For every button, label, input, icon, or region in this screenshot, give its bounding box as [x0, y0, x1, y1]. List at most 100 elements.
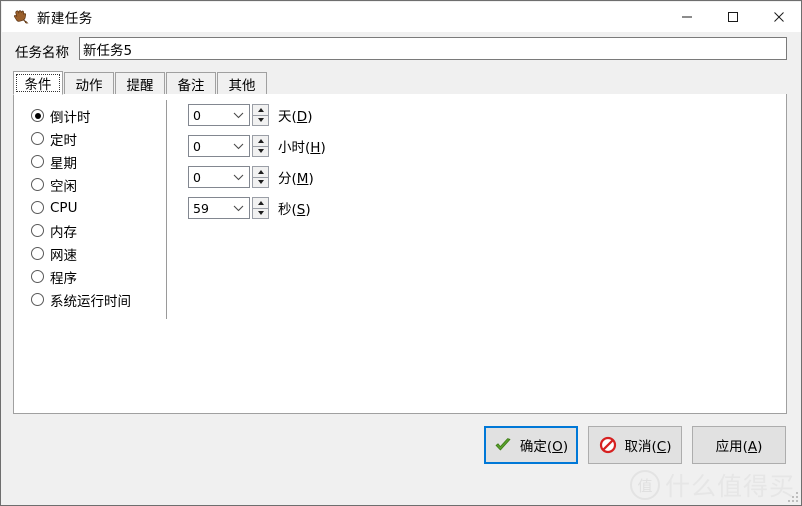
radio-mark-icon	[31, 132, 44, 145]
task-name-row: 任务名称	[1, 37, 801, 63]
countdown-seconds-row: 59 秒(S)	[188, 197, 326, 219]
days-spinner	[252, 104, 269, 126]
minutes-spin-down-button[interactable]	[252, 177, 269, 188]
triangle-down-icon	[257, 211, 264, 216]
radio-label: 程序	[50, 270, 77, 287]
resize-grip[interactable]	[786, 490, 798, 502]
radio-label: 系统运行时间	[50, 293, 131, 310]
watermark: 值 什么值得买	[629, 467, 795, 503]
watermark-logo-icon: 值	[629, 470, 660, 500]
apply-button-label: 应用(A)	[715, 439, 763, 455]
chevron-down-icon	[233, 143, 244, 150]
radio-countdown[interactable]: 倒计时	[31, 104, 131, 127]
radio-mark-icon	[31, 247, 44, 260]
minutes-combo[interactable]: 0	[188, 166, 250, 188]
radio-cpu[interactable]: CPU	[31, 196, 131, 219]
radio-scheduled[interactable]: 定时	[31, 127, 131, 150]
countdown-fields: 0 天(D) 0 小时(H) 0 分(M) 59 秒(S)	[188, 104, 326, 228]
maximize-button[interactable]	[710, 2, 756, 32]
radio-label: 空闲	[50, 178, 77, 195]
radio-label: 星期	[50, 155, 77, 172]
tab-reminder[interactable]: 提醒	[115, 72, 165, 94]
green-check-icon	[494, 436, 512, 454]
days-unit-label: 天(D)	[278, 109, 313, 125]
countdown-hours-row: 0 小时(H)	[188, 135, 326, 157]
tab-label: 其他	[228, 77, 256, 94]
unit-mnemonic: D	[296, 109, 308, 125]
seconds-spinner	[252, 197, 269, 219]
minutes-spinner	[252, 166, 269, 188]
radio-network-speed[interactable]: 网速	[31, 242, 131, 265]
chevron-down-icon	[233, 174, 244, 181]
seconds-value: 59	[193, 200, 209, 216]
triangle-up-icon	[257, 138, 264, 143]
hours-unit-label: 小时(H)	[278, 140, 326, 156]
triangle-down-icon	[257, 180, 264, 185]
seconds-spin-up-button[interactable]	[252, 197, 269, 209]
days-spin-up-button[interactable]	[252, 104, 269, 116]
radio-memory[interactable]: 内存	[31, 219, 131, 242]
radio-mark-icon	[31, 201, 44, 214]
radio-mark-icon	[31, 155, 44, 168]
triangle-down-icon	[257, 118, 264, 123]
triangle-up-icon	[257, 169, 264, 174]
radio-mark-icon	[31, 109, 44, 122]
radio-program[interactable]: 程序	[31, 265, 131, 288]
radio-label: 内存	[50, 224, 77, 241]
maximize-icon	[728, 12, 738, 22]
tab-label: 备注	[177, 77, 205, 94]
radio-label: 定时	[50, 132, 77, 149]
chevron-down-icon	[233, 112, 244, 119]
unit-text: 小时	[278, 140, 305, 156]
close-icon	[774, 12, 784, 22]
task-name-input[interactable]	[79, 37, 787, 60]
unit-text: 秒	[278, 202, 292, 218]
seconds-combo[interactable]: 59	[188, 197, 250, 219]
tab-label: 条件	[24, 77, 52, 93]
countdown-minutes-row: 0 分(M)	[188, 166, 326, 188]
radio-mark-icon	[31, 293, 44, 306]
tab-other[interactable]: 其他	[217, 72, 267, 94]
close-button[interactable]	[756, 2, 801, 32]
tab-notes[interactable]: 备注	[166, 72, 216, 94]
days-combo[interactable]: 0	[188, 104, 250, 126]
hours-spin-up-button[interactable]	[252, 135, 269, 147]
apply-button[interactable]: 应用(A)	[692, 426, 786, 464]
conditions-panel: 倒计时 定时 星期 空闲 CPU 内存 网速 程序 系统运行时间 0 天(D) …	[13, 94, 787, 414]
radio-mark-icon	[31, 224, 44, 237]
ok-button-label: 确定(O)	[519, 439, 569, 455]
hours-spinner	[252, 135, 269, 157]
seconds-unit-label: 秒(S)	[278, 202, 311, 218]
minimize-icon	[682, 16, 692, 18]
radio-label: 倒计时	[50, 109, 91, 126]
hours-spin-down-button[interactable]	[252, 146, 269, 157]
chevron-down-icon	[233, 205, 244, 212]
hand-cursor-icon	[10, 7, 30, 27]
cancel-button-label: 取消(C)	[624, 439, 672, 455]
cancel-button[interactable]: 取消(C)	[588, 426, 682, 464]
hours-combo[interactable]: 0	[188, 135, 250, 157]
radio-idle[interactable]: 空闲	[31, 173, 131, 196]
new-task-dialog: 新建任务 任务名称 新任务5 条件 动作 提醒 备注 其他 倒计时 定时 星期 …	[0, 0, 802, 506]
triangle-up-icon	[257, 107, 264, 112]
radio-weekday[interactable]: 星期	[31, 150, 131, 173]
title-bar: 新建任务	[2, 2, 801, 32]
days-spin-down-button[interactable]	[252, 115, 269, 126]
seconds-spin-down-button[interactable]	[252, 208, 269, 219]
tab-actions[interactable]: 动作	[64, 72, 114, 94]
minutes-unit-label: 分(M)	[278, 171, 314, 187]
radio-system-uptime[interactable]: 系统运行时间	[31, 288, 131, 311]
condition-type-radio-group: 倒计时 定时 星期 空闲 CPU 内存 网速 程序 系统运行时间	[31, 104, 131, 311]
tab-label: 动作	[75, 77, 103, 94]
countdown-days-row: 0 天(D)	[188, 104, 326, 126]
triangle-up-icon	[257, 200, 264, 205]
minimize-button[interactable]	[664, 2, 710, 32]
radio-mark-icon	[31, 178, 44, 191]
ok-button[interactable]: 确定(O)	[484, 426, 578, 464]
task-name-label: 任务名称	[15, 45, 69, 61]
unit-text: 分	[278, 171, 292, 187]
unit-text: 天	[278, 109, 292, 125]
minutes-spin-up-button[interactable]	[252, 166, 269, 178]
hours-value: 0	[193, 138, 201, 154]
tab-conditions[interactable]: 条件	[13, 71, 63, 95]
